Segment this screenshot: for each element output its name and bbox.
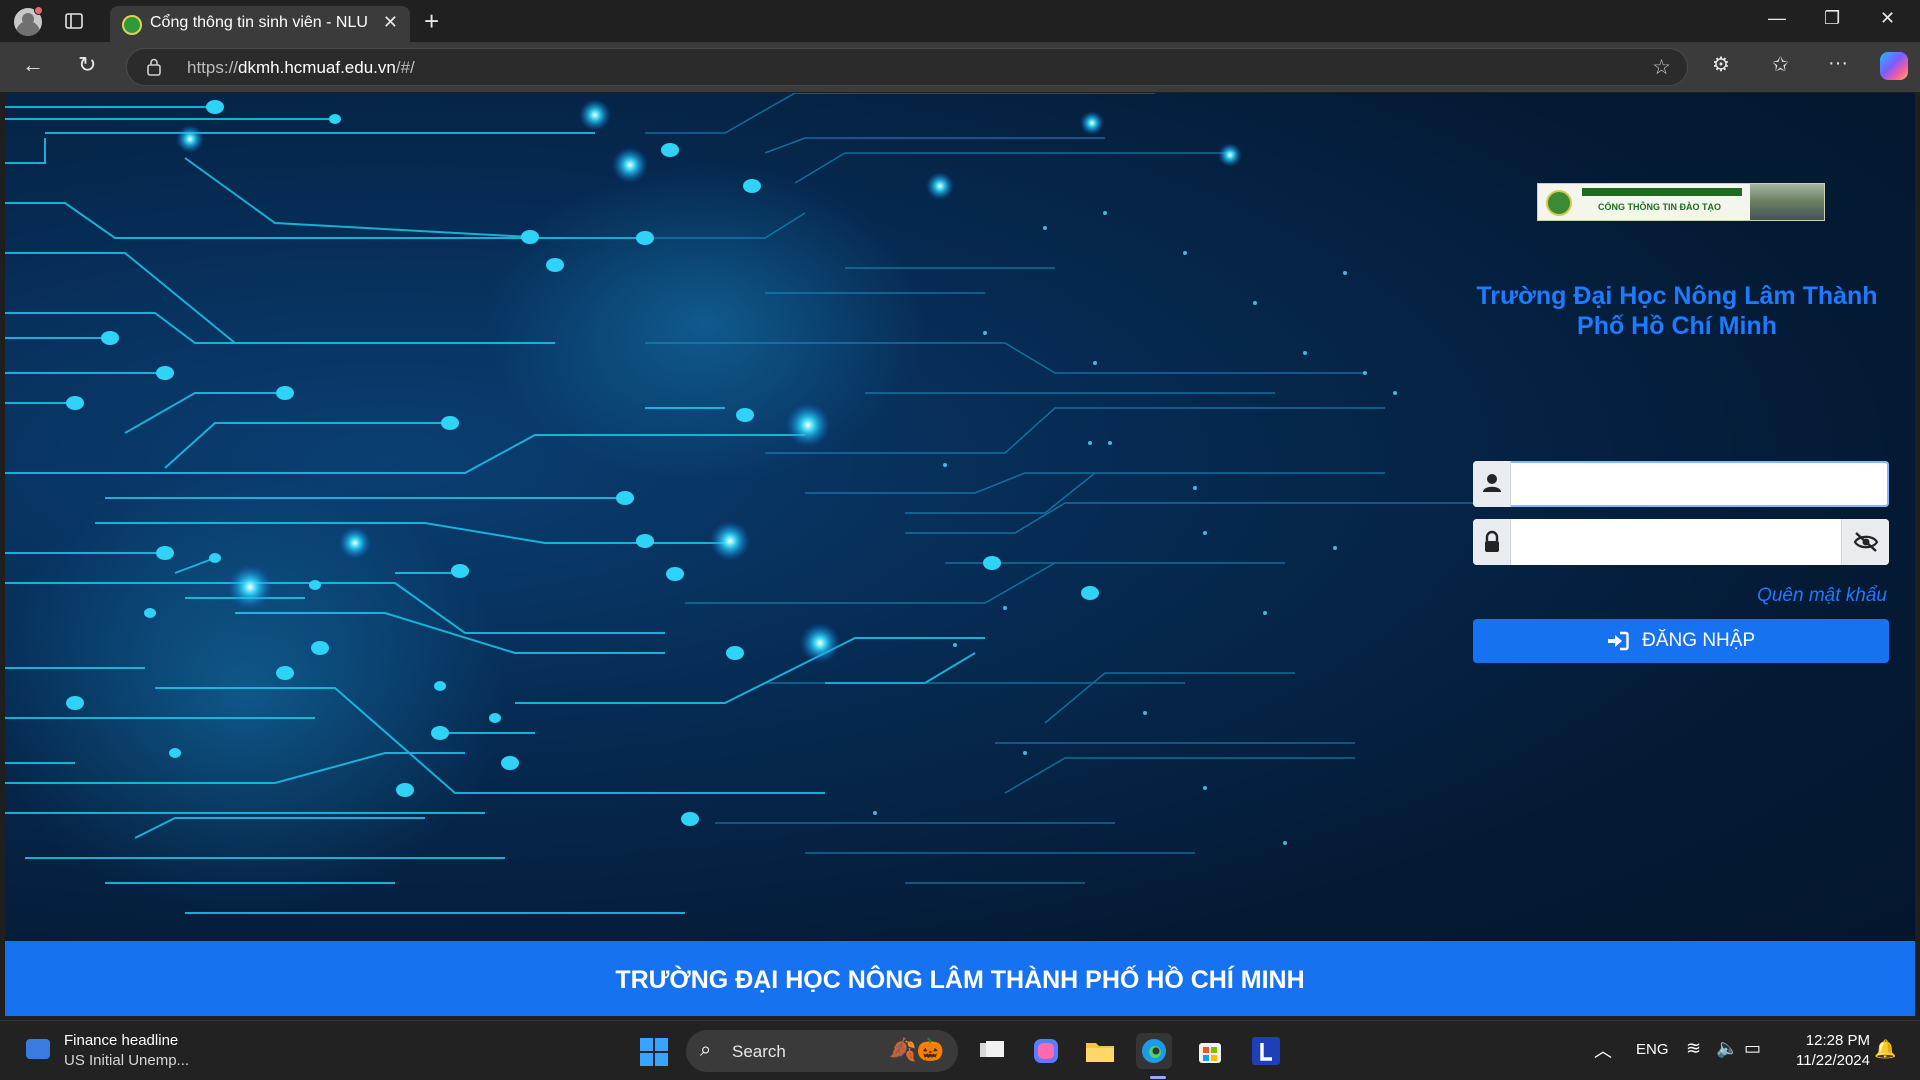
tab-actions-icon[interactable] xyxy=(64,11,84,31)
taskbar-search[interactable]: ⌕ Search 🍂🎃 xyxy=(686,1030,958,1072)
notification-bell-icon[interactable]: 🔔 xyxy=(1874,1039,1896,1060)
university-title-line1: Trường Đại Học Nông Lâm Thành xyxy=(1476,282,1878,310)
nlu-seal-icon xyxy=(1546,190,1572,216)
url-scheme: https:// xyxy=(187,58,239,77)
footer-text: TRƯỜNG ĐẠI HỌC NÔNG LÂM THÀNH PHỐ HỒ CHÍ… xyxy=(615,966,1305,994)
eye-slash-icon[interactable] xyxy=(1842,519,1889,565)
banner-subtitle: CỔNG THÔNG TIN ĐÀO TẠO xyxy=(1598,202,1721,212)
url-path: /#/ xyxy=(395,58,415,77)
sign-in-icon xyxy=(1607,631,1629,651)
widgets-icon[interactable] xyxy=(26,1039,50,1059)
browser-titlebar: Cổng thông tin sinh viên - NLU ✕ + — ❐ ✕ xyxy=(0,0,1920,42)
login-page: CỔNG THÔNG TIN ĐÀO TẠO Trường Đại Học Nô… xyxy=(5,93,1915,1016)
tab-title: Cổng thông tin sinh viên - NLU xyxy=(150,14,368,31)
minimize-icon[interactable]: — xyxy=(1768,8,1786,29)
banner-campus-photo xyxy=(1750,184,1824,220)
battery-icon[interactable]: ▭ xyxy=(1744,1038,1761,1059)
username-field xyxy=(1473,461,1889,507)
university-title-line2: Phố Hồ Chí Minh xyxy=(1577,312,1777,340)
username-input[interactable] xyxy=(1511,461,1889,507)
wifi-icon[interactable]: ≋ xyxy=(1686,1038,1701,1059)
search-label: Search xyxy=(732,1042,786,1061)
browser-tab-active[interactable]: Cổng thông tin sinh viên - NLU ✕ xyxy=(110,6,410,42)
favorites-icon[interactable]: ✩ xyxy=(1772,52,1789,77)
login-button[interactable]: ĐĂNG NHẬP xyxy=(1473,619,1889,663)
password-field xyxy=(1473,519,1889,565)
username-addon xyxy=(1473,461,1511,507)
password-input[interactable] xyxy=(1511,519,1841,565)
url-text[interactable]: https://dkmh.hcmuaf.edu.vn/#/ xyxy=(187,58,415,78)
university-title: Trường Đại Học Nông Lâm Thành Phố Hồ Chí… xyxy=(1467,281,1887,341)
search-highlight-icon: 🍂🎃 xyxy=(889,1037,944,1062)
url-host: dkmh.hcmuaf.edu.vn xyxy=(238,58,396,77)
widget-subtitle[interactable]: US Initial Unemp... xyxy=(64,1052,189,1069)
tray-overflow-chevron-icon[interactable]: ︿ xyxy=(1594,1037,1612,1063)
page-footer: TRƯỜNG ĐẠI HỌC NÔNG LÂM THÀNH PHỐ HỒ CHÍ… xyxy=(5,941,1915,1016)
widget-title[interactable]: Finance headline xyxy=(64,1032,178,1049)
copilot-icon[interactable] xyxy=(1880,52,1908,80)
microsoft-store-icon[interactable] xyxy=(1192,1033,1228,1069)
password-addon xyxy=(1473,519,1511,565)
window-close-icon[interactable]: ✕ xyxy=(1880,8,1895,29)
search-icon: ⌕ xyxy=(700,1039,712,1061)
active-app-indicator xyxy=(1150,1076,1166,1079)
more-menu-icon[interactable]: ··· xyxy=(1828,52,1848,75)
input-language[interactable]: ENG xyxy=(1636,1041,1669,1058)
extensions-icon[interactable]: ⚙ xyxy=(1712,52,1730,77)
forgot-password-link[interactable]: Quên mật khẩu xyxy=(1757,585,1887,607)
letter-l-app-icon[interactable] xyxy=(1248,1033,1284,1069)
university-banner-logo: CỔNG THÔNG TIN ĐÀO TẠO xyxy=(1537,183,1825,221)
login-panel: CỔNG THÔNG TIN ĐÀO TẠO Trường Đại Học Nô… xyxy=(1467,183,1889,683)
volume-icon[interactable]: 🔈 xyxy=(1716,1038,1738,1059)
back-icon[interactable]: ← xyxy=(22,52,44,78)
clock-time[interactable]: 12:28 PM xyxy=(1790,1032,1870,1049)
profile-notification-dot xyxy=(34,6,43,15)
new-tab-icon[interactable]: + xyxy=(424,6,439,37)
file-explorer-icon[interactable] xyxy=(1082,1033,1118,1069)
clock-date[interactable]: 11/22/2024 xyxy=(1770,1052,1870,1069)
tab-favicon-icon xyxy=(122,15,142,35)
lock-icon xyxy=(1485,530,1499,552)
tab-close-icon[interactable]: ✕ xyxy=(383,12,398,33)
favorite-star-icon[interactable]: ☆ xyxy=(1652,55,1671,80)
toggle-password-visibility[interactable] xyxy=(1841,519,1889,565)
start-button-icon[interactable] xyxy=(640,1038,668,1066)
edge-browser-icon[interactable] xyxy=(1136,1033,1172,1069)
login-button-label: ĐĂNG NHẬP xyxy=(1642,629,1756,651)
banner-title-graphic xyxy=(1582,188,1742,196)
user-icon xyxy=(1483,474,1501,492)
site-info-lock-icon[interactable] xyxy=(147,58,161,76)
copilot-app-icon[interactable] xyxy=(1028,1033,1064,1069)
windows-taskbar: Finance headline US Initial Unemp... ⌕ S… xyxy=(0,1020,1920,1080)
browser-toolbar: ← ↻ https://dkmh.hcmuaf.edu.vn/#/ ☆ ⚙ ✩ … xyxy=(0,42,1920,92)
refresh-icon[interactable]: ↻ xyxy=(78,52,96,78)
restore-icon[interactable]: ❐ xyxy=(1824,8,1840,29)
task-view-icon[interactable] xyxy=(974,1033,1010,1069)
address-bar[interactable]: https://dkmh.hcmuaf.edu.vn/#/ ☆ xyxy=(126,48,1688,86)
